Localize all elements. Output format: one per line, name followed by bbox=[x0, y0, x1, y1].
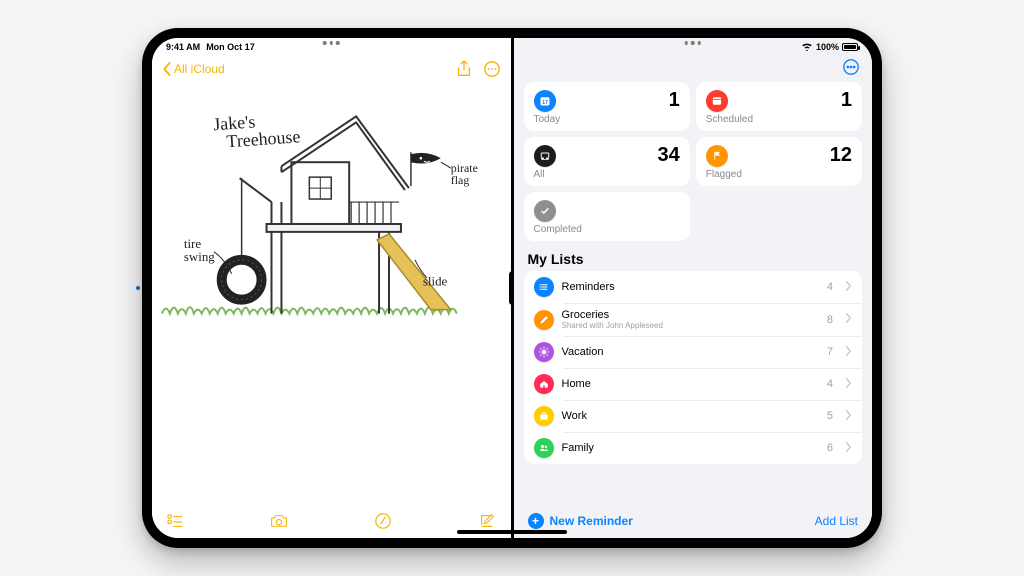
camera-indicator bbox=[136, 286, 140, 290]
checklist-icon[interactable] bbox=[166, 512, 184, 530]
chevron-right-icon bbox=[845, 346, 852, 359]
list-row[interactable]: Work 5 bbox=[524, 400, 863, 432]
list-name: Work bbox=[562, 410, 819, 422]
new-reminder-button[interactable]: + New Reminder bbox=[528, 513, 633, 529]
tray-icon bbox=[534, 145, 556, 167]
more-icon[interactable] bbox=[483, 60, 501, 78]
list-name: Groceries bbox=[562, 309, 819, 321]
smart-label: All bbox=[534, 169, 680, 180]
list-icon bbox=[534, 277, 554, 297]
list-title: Reminders bbox=[562, 281, 819, 293]
list-row[interactable]: Home 4 bbox=[524, 368, 863, 400]
list-title: GroceriesShared with John Appleseed bbox=[562, 309, 819, 330]
list-name: Vacation bbox=[562, 346, 819, 358]
compose-icon[interactable] bbox=[478, 512, 496, 530]
smart-label: Today bbox=[534, 114, 680, 125]
back-button[interactable]: All iCloud bbox=[162, 62, 225, 76]
smart-label: Completed bbox=[534, 224, 680, 235]
list-count: 6 bbox=[827, 442, 833, 454]
smart-list-all[interactable]: 34 All bbox=[524, 137, 690, 186]
smart-count: 1 bbox=[669, 90, 680, 110]
label-slide-text: slide bbox=[423, 274, 448, 289]
label-tire-swing-text: tireswing bbox=[184, 236, 215, 264]
list-name: Reminders bbox=[562, 281, 819, 293]
smart-list-completed[interactable]: Completed bbox=[524, 192, 690, 241]
smart-list-scheduled[interactable]: 1 Scheduled bbox=[696, 82, 862, 131]
reminders-bottom-bar: + New Reminder Add List bbox=[514, 504, 873, 538]
add-list-button[interactable]: Add List bbox=[815, 514, 858, 528]
chevron-right-icon bbox=[845, 313, 852, 326]
smart-label: Flagged bbox=[706, 169, 852, 180]
chevron-right-icon bbox=[845, 410, 852, 423]
multitask-dots-left[interactable] bbox=[323, 41, 340, 45]
list-title: Home bbox=[562, 378, 819, 390]
list-icon bbox=[534, 310, 554, 330]
add-list-label: Add List bbox=[815, 514, 858, 528]
home-indicator[interactable] bbox=[457, 530, 567, 534]
smart-lists-grid: 17 1 Today 1 S bbox=[514, 78, 873, 241]
my-lists: Reminders 4 GroceriesShared with John Appl… bbox=[514, 271, 873, 464]
new-reminder-label: New Reminder bbox=[550, 514, 633, 528]
chevron-right-icon bbox=[845, 281, 852, 294]
more-icon[interactable] bbox=[842, 58, 860, 76]
notes-toolbar: All iCloud bbox=[152, 38, 511, 82]
smart-count: 1 bbox=[841, 90, 852, 110]
smart-count: 34 bbox=[658, 145, 680, 165]
list-name: Family bbox=[562, 442, 819, 454]
list-count: 7 bbox=[827, 346, 833, 358]
list-row[interactable]: Vacation 7 bbox=[524, 336, 863, 368]
back-label: All iCloud bbox=[174, 62, 225, 76]
svg-text:17: 17 bbox=[542, 100, 548, 106]
chevron-right-icon bbox=[845, 442, 852, 455]
list-name: Home bbox=[562, 378, 819, 390]
calendar-today-icon: 17 bbox=[534, 90, 556, 112]
list-row[interactable]: Reminders 4 bbox=[524, 271, 863, 303]
list-icon bbox=[534, 438, 554, 458]
smart-list-today[interactable]: 17 1 Today bbox=[524, 82, 690, 131]
reminders-pane: 17 1 Today 1 S bbox=[514, 38, 873, 538]
screen: 9:41 AM Mon Oct 17 100% bbox=[152, 38, 872, 538]
share-icon[interactable] bbox=[455, 60, 473, 78]
list-count: 4 bbox=[827, 378, 833, 390]
list-icon bbox=[534, 342, 554, 362]
list-count: 4 bbox=[827, 281, 833, 293]
list-row[interactable]: Family 6 bbox=[524, 432, 863, 464]
notes-pane: All iCloud bbox=[152, 38, 511, 538]
my-lists-heading: My Lists bbox=[514, 241, 873, 271]
list-subtitle: Shared with John Appleseed bbox=[562, 321, 819, 330]
label-pirate-flag-text: pirateflag bbox=[451, 161, 478, 187]
smart-label: Scheduled bbox=[706, 114, 852, 125]
flag-icon bbox=[706, 145, 728, 167]
markup-icon[interactable] bbox=[374, 512, 392, 530]
drawing-title-text: Jake'sTreehouse bbox=[213, 108, 301, 152]
calendar-icon bbox=[706, 90, 728, 112]
list-count: 8 bbox=[827, 314, 833, 326]
camera-icon[interactable] bbox=[270, 512, 288, 530]
list-title: Vacation bbox=[562, 346, 819, 358]
list-title: Work bbox=[562, 410, 819, 422]
plus-circle-icon: + bbox=[528, 513, 544, 529]
checkmark-icon bbox=[534, 200, 556, 222]
list-icon bbox=[534, 374, 554, 394]
drawing-treehouse: Jake'sTreehouse tireswing slide piratefl… bbox=[152, 82, 511, 342]
list-row[interactable]: GroceriesShared with John Appleseed 8 bbox=[524, 303, 863, 336]
list-count: 5 bbox=[827, 410, 833, 422]
chevron-right-icon bbox=[845, 378, 852, 391]
list-icon bbox=[534, 406, 554, 426]
ipad-device-frame: 9:41 AM Mon Oct 17 100% bbox=[142, 28, 882, 548]
list-title: Family bbox=[562, 442, 819, 454]
smart-list-flagged[interactable]: 12 Flagged bbox=[696, 137, 862, 186]
multitask-dots-right[interactable] bbox=[685, 41, 702, 45]
smart-count: 12 bbox=[830, 145, 852, 165]
note-canvas[interactable]: Jake'sTreehouse tireswing slide piratefl… bbox=[152, 82, 511, 504]
